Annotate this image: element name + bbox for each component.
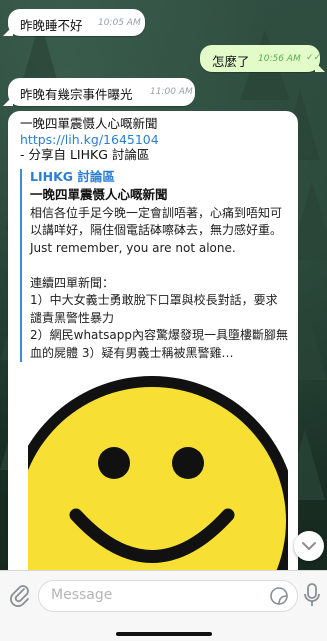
share-source: - 分享自 LIHKG 討論區	[20, 147, 150, 162]
message-placeholder: Message	[51, 587, 113, 603]
message-text: 昨晚有幾宗事件曝光	[20, 87, 133, 102]
message-text: 怎麼了	[212, 54, 250, 69]
home-indicator	[116, 632, 212, 636]
scroll-down-button[interactable]	[294, 531, 324, 561]
double-check-icon: ✓✓	[306, 53, 322, 63]
link-share-message[interactable]: 一晚四單震慑人心嘅新聞 https://lih.kg/1645104 - 分享自…	[8, 111, 298, 581]
link-preview[interactable]: LIHKG 討論區 一晚四單震慑人心嘅新聞 相信各位手足今晚一定會訓唔著，心痛到…	[20, 168, 288, 362]
smiley-face-image[interactable]	[28, 373, 288, 581]
preview-description: 相信各位手足今晚一定會訓唔著，心痛到唔知可以講咩好，隔住個電話砵嚓砵去，無力感好…	[30, 205, 288, 360]
message-text: 昨晚睡不好	[20, 18, 83, 33]
message-bubble-incoming[interactable]: 昨晚睡不好 10:05 AM	[3, 9, 145, 36]
sticker-icon[interactable]	[269, 586, 289, 606]
share-headline: 一晚四單震慑人心嘅新聞	[20, 116, 158, 131]
message-bubble-outgoing[interactable]: 怎麼了 10:56 AM ✓✓	[200, 45, 325, 72]
preview-title: 一晚四單震慑人心嘅新聞	[30, 187, 168, 202]
message-time: 10:05 AM	[98, 18, 141, 28]
message-bubble-incoming[interactable]: 昨晚有幾宗事件曝光 11:00 AM	[3, 78, 195, 106]
message-input[interactable]: Message	[38, 580, 298, 612]
message-time: 10:56 AM	[258, 54, 301, 64]
message-input-bar: Message	[0, 570, 327, 641]
paperclip-icon[interactable]	[9, 583, 31, 607]
share-url[interactable]: https://lih.kg/1645104	[20, 132, 288, 148]
chevron-down-icon	[302, 542, 316, 550]
microphone-icon[interactable]	[303, 582, 321, 608]
preview-site-name: LIHKG 討論區	[30, 168, 115, 184]
message-time: 11:00 AM	[150, 87, 193, 97]
